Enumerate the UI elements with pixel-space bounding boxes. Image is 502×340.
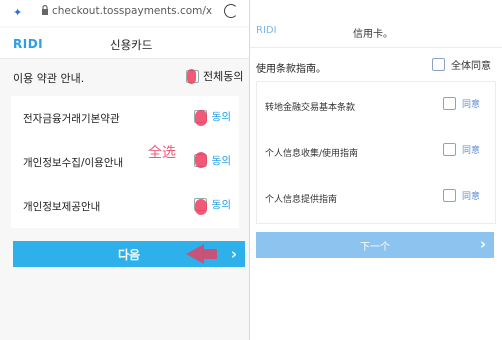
- annotation-mark: [195, 152, 207, 168]
- agree-checkbox[interactable]: 同意: [443, 189, 480, 202]
- checkbox-icon[interactable]: [443, 97, 456, 110]
- url-text[interactable]: checkout.tosspayments.com/x: [52, 5, 212, 17]
- agree-checkbox[interactable]: 同意: [443, 97, 480, 110]
- annotation-mark: [195, 110, 207, 126]
- chevron-right-icon: ›: [230, 245, 237, 263]
- annotation-mark: [187, 69, 196, 84]
- agree-all-label[interactable]: 全体同意: [451, 57, 491, 72]
- checkbox-icon[interactable]: [443, 189, 456, 202]
- list-item[interactable]: 个人信息提供指南 同意: [257, 176, 495, 220]
- list-item[interactable]: 转地金融交易基本条款 同意: [257, 84, 495, 128]
- agree-label[interactable]: 동의: [212, 153, 231, 168]
- agree-label[interactable]: 同意: [462, 97, 480, 110]
- terms-label: 개인정보제공안내: [23, 201, 101, 213]
- terms-label: 전자금융거래기본약관: [23, 113, 120, 125]
- checkbox-icon[interactable]: [432, 58, 445, 71]
- terms-label: 个人信息收集/使用指南: [265, 149, 359, 159]
- next-button-label: 下一个: [360, 241, 390, 253]
- page-header: RIDI 信用卡。: [250, 17, 502, 48]
- terms-label: 转地金融交易基本条款: [265, 103, 356, 113]
- page-title: 信用卡。: [353, 29, 393, 40]
- lock-icon: [42, 5, 48, 15]
- annotation-arrow-tail: [203, 249, 217, 259]
- terms-list: 转地金融交易基本条款 同意 个人信息收集/使用指南 同意 个人信息提供指南 同意: [256, 81, 496, 224]
- terms-label: 个人信息提供指南: [265, 195, 338, 205]
- terms-label: 개인정보수집/이용안내: [23, 157, 124, 169]
- reload-icon[interactable]: [224, 4, 238, 18]
- next-button[interactable]: 下一个 ›: [256, 232, 494, 258]
- left-panel: ✦ checkout.tosspayments.com/x RIDI 신용카드 …: [0, 0, 250, 340]
- list-item[interactable]: 个人信息收集/使用指南 同意: [257, 130, 495, 174]
- agree-all-checkbox[interactable]: 全体同意: [432, 57, 491, 72]
- brand-logo: RIDI: [13, 37, 44, 51]
- annotation-arrow-icon: [186, 244, 204, 264]
- chevron-right-icon: ›: [479, 235, 486, 253]
- handwritten-annotation: 全选: [148, 145, 176, 161]
- agree-label[interactable]: 同意: [462, 189, 480, 202]
- checkbox-icon[interactable]: [443, 143, 456, 156]
- bluetooth-icon: ✦: [13, 6, 23, 19]
- next-button-label: 다음: [117, 247, 141, 262]
- annotation-mark: [195, 199, 207, 215]
- agree-label[interactable]: 동의: [212, 109, 231, 124]
- brand-logo: RIDI: [256, 25, 277, 36]
- browser-address-bar[interactable]: ✦ checkout.tosspayments.com/x: [0, 0, 250, 26]
- page-title: 신용카드: [110, 38, 153, 52]
- agreement-heading: 이용 약관 안내.: [13, 72, 85, 85]
- agree-label[interactable]: 同意: [462, 143, 480, 156]
- agreement-heading: 使用条款指南。: [256, 64, 326, 75]
- agree-checkbox[interactable]: 同意: [443, 143, 480, 156]
- right-panel: RIDI 信用卡。 使用条款指南。 全体同意 转地金融交易基本条款 同意 个人信…: [250, 0, 502, 340]
- agree-all-label[interactable]: 전체동의: [203, 68, 243, 84]
- page-header: RIDI 신용카드: [0, 28, 250, 59]
- agree-label[interactable]: 동의: [212, 197, 231, 212]
